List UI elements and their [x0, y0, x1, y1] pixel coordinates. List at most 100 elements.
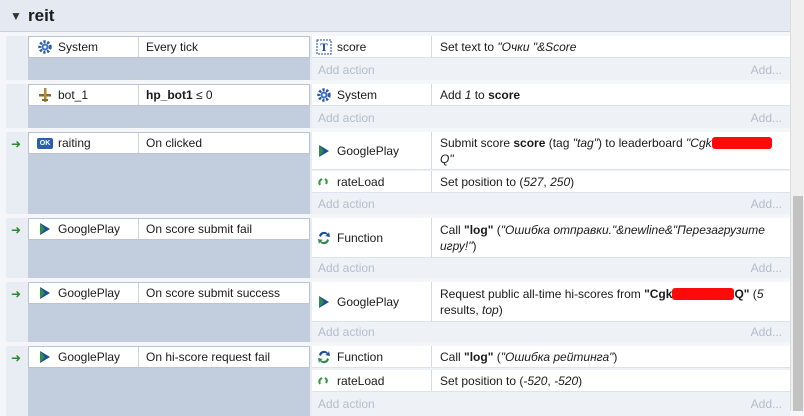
condition-object[interactable]: GooglePlay [29, 283, 139, 303]
action-text[interactable]: Set position to (-520, -520) [440, 370, 778, 391]
add-more-link[interactable]: Add... [751, 261, 782, 275]
action-text-part: -520 [554, 373, 579, 388]
event-margin[interactable] [6, 84, 26, 128]
sprite-icon [316, 373, 332, 389]
add-more-link[interactable]: Add... [751, 111, 782, 125]
condition-object[interactable]: GooglePlay [29, 219, 139, 239]
add-action-link[interactable]: Add action [318, 63, 375, 77]
condition-block[interactable]: bot_1 hp_bot1 ≤ 0 [28, 84, 310, 128]
add-action-row[interactable]: Add action Add... [312, 108, 790, 128]
add-action-row[interactable]: Add action Add... [312, 194, 790, 214]
collapse-toggle-icon[interactable]: ▼ [10, 9, 24, 23]
condition-block[interactable]: OK raiting On clicked [28, 132, 310, 214]
action-object-name: GooglePlay [337, 143, 400, 158]
add-action-row[interactable]: Add action Add... [312, 322, 790, 342]
action-text-part: to [471, 87, 489, 102]
action-row[interactable]: Function Call "log" ("Ошибка отправки."&n… [312, 218, 790, 258]
condition-variable: hp_bot1 [146, 88, 193, 102]
event-margin[interactable]: ➜ [6, 132, 26, 214]
add-action-row[interactable]: Add action Add... [312, 60, 790, 80]
action-object[interactable]: System [312, 84, 432, 105]
add-action-row[interactable]: Add action Add... [312, 258, 790, 278]
action-row[interactable]: Tscore Set text to "Очки "&Score [312, 36, 790, 58]
condition-block[interactable]: GooglePlay On score submit fail [28, 218, 310, 278]
condition-object-name: GooglePlay [58, 286, 121, 300]
action-text-part: Set position to ( [440, 174, 524, 189]
action-row[interactable]: rateLoad Set position to (527, 250) [312, 171, 790, 193]
action-row[interactable]: GooglePlay Submit score score (tag "tag")… [312, 132, 790, 170]
action-text[interactable]: Call "log" ("Ошибка отправки."&newline&"… [440, 218, 778, 257]
condition-text[interactable]: Every tick [139, 40, 198, 54]
add-more-link[interactable]: Add... [751, 325, 782, 339]
event-margin[interactable] [6, 36, 26, 80]
group-title: reit [28, 5, 55, 25]
add-action-link[interactable]: Add action [318, 397, 375, 411]
action-text-part: ( [493, 349, 501, 364]
action-row[interactable]: Function Call "log" ("Ошибка рейтинга") [312, 346, 790, 368]
action-text[interactable]: Set text to "Очки "&Score [440, 36, 778, 57]
action-text[interactable]: Call "log" ("Ошибка рейтинга") [440, 346, 778, 367]
vertical-scrollbar[interactable] [790, 0, 804, 411]
condition-row[interactable]: OK raiting On clicked [28, 132, 310, 154]
action-row[interactable]: rateLoad Set position to (-520, -520) [312, 370, 790, 392]
group-header[interactable]: ▼ reit [0, 0, 790, 32]
add-action-link[interactable]: Add action [318, 111, 375, 125]
scrollbar-thumb[interactable] [793, 196, 803, 411]
action-object-name: Function [337, 349, 384, 364]
action-text-part: Call [440, 349, 465, 364]
condition-block[interactable]: GooglePlay On score submit success [28, 282, 310, 342]
action-text[interactable]: Set position to (527, 250) [440, 171, 778, 192]
add-more-link[interactable]: Add... [751, 397, 782, 411]
action-object[interactable]: Tscore [312, 36, 432, 57]
condition-row[interactable]: GooglePlay On score submit success [28, 282, 310, 304]
add-action-link[interactable]: Add action [318, 261, 375, 275]
action-object[interactable]: GooglePlay [312, 132, 432, 169]
condition-object[interactable]: GooglePlay [29, 347, 139, 367]
action-text-part: Q" [440, 151, 454, 166]
action-row[interactable]: System Add 1 to score [312, 84, 790, 106]
condition-object[interactable]: System [29, 37, 139, 57]
action-object[interactable]: Function [312, 218, 432, 257]
event-margin[interactable]: ➜ [6, 346, 26, 416]
add-more-link[interactable]: Add... [751, 63, 782, 77]
condition-text[interactable]: On score submit fail [139, 222, 252, 236]
action-object[interactable]: GooglePlay [312, 282, 432, 321]
action-text[interactable]: Submit score score (tag "tag") to leader… [440, 132, 778, 169]
action-text-part: Call [440, 222, 465, 237]
action-text-part: ) to leaderboard [597, 135, 687, 150]
condition-text[interactable]: hp_bot1 ≤ 0 [139, 88, 213, 102]
add-more-link[interactable]: Add... [751, 197, 782, 211]
action-object[interactable]: rateLoad [312, 171, 432, 192]
condition-block[interactable]: GooglePlay On hi-score request fail [28, 346, 310, 416]
add-action-row[interactable]: Add action Add... [312, 394, 790, 414]
action-text-part: ( [749, 286, 757, 301]
condition-text[interactable]: On hi-score request fail [139, 350, 270, 364]
condition-row[interactable]: bot_1 hp_bot1 ≤ 0 [28, 84, 310, 106]
condition-text[interactable]: On score submit success [139, 286, 280, 300]
add-action-link[interactable]: Add action [318, 197, 375, 211]
condition-row[interactable]: GooglePlay On score submit fail [28, 218, 310, 240]
gear-icon [316, 87, 332, 103]
action-object[interactable]: rateLoad [312, 370, 432, 391]
action-row[interactable]: GooglePlay Request public all-time hi-sco… [312, 282, 790, 322]
condition-row[interactable]: GooglePlay On hi-score request fail [28, 346, 310, 368]
condition-block[interactable]: System Every tick [28, 36, 310, 80]
condition-text[interactable]: On clicked [139, 136, 202, 150]
condition-object[interactable]: OK raiting [29, 133, 139, 153]
add-action-link[interactable]: Add action [318, 325, 375, 339]
sprite-icon [316, 174, 332, 190]
event-margin[interactable]: ➜ [6, 218, 26, 278]
action-object[interactable]: Function [312, 346, 432, 367]
action-text[interactable]: Add 1 to score [440, 84, 778, 105]
condition-row[interactable]: System Every tick [28, 36, 310, 58]
action-text[interactable]: Request public all-time hi-scores from "… [440, 282, 778, 321]
ok-button-icon: OK [37, 135, 53, 151]
action-object-name: score [337, 39, 367, 54]
action-text-part: "log" [464, 349, 494, 364]
event-block: ➜ OK raiting On clicked GooglePlay Submit sco… [6, 132, 790, 214]
trigger-arrow-icon: ➜ [11, 223, 22, 237]
action-text-part: 250 [550, 174, 571, 189]
condition-comparison: ≤ 0 [192, 88, 213, 102]
condition-object[interactable]: bot_1 [29, 85, 139, 105]
event-margin[interactable]: ➜ [6, 282, 26, 342]
